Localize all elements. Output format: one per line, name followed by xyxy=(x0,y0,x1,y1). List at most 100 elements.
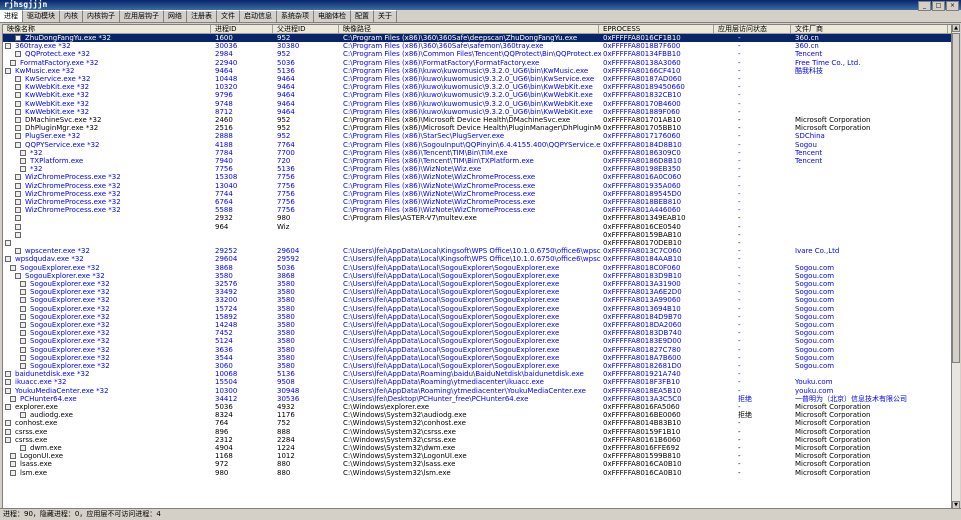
table-row[interactable]: DMachineSvc.exe *32 2460 952 C:\Program Fil… xyxy=(3,116,951,124)
cell-path: C:\Program Files (x86)\Microsoft Device … xyxy=(343,124,601,133)
column-header-5[interactable]: 应用层访问状态 xyxy=(716,25,791,33)
table-row[interactable]: ZhuDongFangYu.exe *32 1600 952 C:\Program F… xyxy=(3,34,951,43)
column-header-3[interactable]: 映像路径 xyxy=(341,25,599,33)
table-row[interactable]: *32 7756 5136 C:\Program Files (x86)\WizNot… xyxy=(3,165,951,173)
table-row[interactable]: 0xFFFFFA80159BAB10 - xyxy=(3,231,951,239)
tab-1[interactable]: 驱动模块 xyxy=(23,10,60,22)
cell-p: 34412 xyxy=(215,394,238,403)
table-row[interactable]: WizChromeProcess.exe *32 5588 7756 C:\Progr… xyxy=(3,206,951,214)
process-list[interactable]: 映像名称 进程ID 父进程ID 映像路径 EPROCESS 应用层访问状态 文件厂商 Zhu… xyxy=(2,24,952,509)
table-row[interactable]: WizChromeProcess.exe *32 7744 7756 C:\Progr… xyxy=(3,190,951,198)
table-row[interactable]: 360tray.exe *32 30036 30380 C:\Program File… xyxy=(3,42,951,50)
table-row[interactable]: 0xFFFFFA80170DEB10 - xyxy=(3,239,951,247)
table-row[interactable]: WizChromeProcess.exe *32 6764 7756 C:\Progr… xyxy=(3,198,951,206)
cell-ep: 0xFFFFFA80184D9B70 xyxy=(603,312,682,321)
table-row[interactable]: TXPlatform.exe 7940 720 C:\Program Files (x… xyxy=(3,157,951,165)
cell-n: SogouExplorer.exe *32 xyxy=(30,321,110,329)
tab-5[interactable]: 网络 xyxy=(164,10,187,22)
table-row[interactable]: 2932 980 C:\Program Files\ASTER-V7\multev.… xyxy=(3,214,951,222)
tab-12[interactable]: 关于 xyxy=(374,10,397,22)
table-row[interactable]: PCHunter64.exe 34412 30536 C:\Users\lfei\De… xyxy=(3,395,951,403)
table-row[interactable]: YoukuMediaCenter.exe *32 10300 30948 C:\Use… xyxy=(3,387,951,395)
table-row[interactable]: SogouExplorer.exe *32 14248 3580 C:\Users\l… xyxy=(3,321,951,329)
table-row[interactable]: LogonUI.exe 1168 1012 C:\Windows\System32\L… xyxy=(3,452,951,460)
table-row[interactable]: SogouExplorer.exe *32 32576 3580 C:\Users\l… xyxy=(3,280,951,288)
table-row[interactable]: SogouExplorer.exe *32 3544 3580 C:\Users\lf… xyxy=(3,354,951,362)
table-row[interactable]: 964 Wiz 0xFFFFFA8016CE0540 - xyxy=(3,223,951,231)
table-row[interactable]: wpsdqudav.exe *32 29604 29592 C:\Users\lfei… xyxy=(3,255,951,263)
tab-2[interactable]: 内核 xyxy=(60,10,83,22)
tab-11[interactable]: 配置 xyxy=(351,10,374,22)
table-row[interactable]: SogouExplorer.exe *32 33200 3580 C:\Users\l… xyxy=(3,296,951,304)
table-row[interactable]: WizChromeProcess.exe *32 15308 7756 C:\Prog… xyxy=(3,173,951,181)
table-row[interactable]: dwm.exe 4904 1224 C:\Windows\System32\dwm.e… xyxy=(3,444,951,452)
table-row[interactable]: SogouExplorer.exe *32 3636 3580 C:\Users\lf… xyxy=(3,346,951,354)
table-row[interactable]: QQPYService.exe *32 4188 7764 C:\Program Fi… xyxy=(3,141,951,149)
cell-n: SogouExplorer.exe *32 xyxy=(30,353,110,362)
column-header-1[interactable]: 进程ID xyxy=(213,25,273,33)
table-row[interactable]: *32 7784 7700 C:\Program Files (x86)\Tencen… xyxy=(3,149,951,157)
table-row[interactable]: baidunetdisk.exe *32 10068 5136 C:\Users\lf… xyxy=(3,370,951,378)
tab-9[interactable]: 系统杂项 xyxy=(277,10,314,22)
tab-7[interactable]: 文件 xyxy=(217,10,240,22)
scroll-up-icon[interactable]: ▲ xyxy=(952,24,960,32)
cell-ep: 0xFFFFFA8018A7B600 xyxy=(603,353,682,362)
cell-pp: 952 xyxy=(277,132,291,141)
table-row[interactable]: SogouExplorer.exe *32 33492 3580 C:\Users\l… xyxy=(3,288,951,296)
table-row[interactable]: explorer.exe 5036 4932 C:\Windows\explorer.… xyxy=(3,403,951,411)
table-row[interactable]: audiodg.exe 8324 1176 C:\Windows\System32\a… xyxy=(3,411,951,419)
table-row[interactable]: FormatFactory.exe *32 22940 5036 C:\Program… xyxy=(3,59,951,67)
cell-ep: 0xFFFFFA8013A31900 xyxy=(603,280,681,288)
table-row[interactable]: wpscenter.exe *32 29252 29604 C:\Users\lfei… xyxy=(3,247,951,255)
tab-8[interactable]: 启动信息 xyxy=(240,10,277,22)
table-row[interactable]: SogouExplorer.exe *32 3580 3868 C:\Users\lf… xyxy=(3,272,951,280)
tab-4[interactable]: 应用层钩子 xyxy=(120,10,164,22)
cell-pp: 980 xyxy=(277,214,291,223)
column-header-4[interactable]: EPROCESS xyxy=(601,25,714,33)
cell-p: 3544 xyxy=(215,353,233,362)
table-row[interactable]: conhost.exe 764 752 C:\Windows\System32\con… xyxy=(3,419,951,427)
table-row[interactable]: SogouExplorer.exe *32 15724 3580 C:\Users\l… xyxy=(3,305,951,313)
table-row[interactable]: KwWebKit.exe *32 10320 9464 C:\Program File… xyxy=(3,83,951,91)
process-icon xyxy=(10,59,16,66)
vertical-scrollbar[interactable]: ▲ ▼ xyxy=(951,24,960,509)
table-row[interactable]: QQProtect.exe *32 2984 952 C:\Program Files… xyxy=(3,50,951,58)
table-row[interactable]: PlugSer.exe *32 2888 952 C:\Program Files (… xyxy=(3,132,951,140)
table-row[interactable]: KwWebKit.exe *32 9748 9464 C:\Program Files… xyxy=(3,100,951,108)
table-row[interactable]: SogouExplorer.exe *32 3060 3580 C:\Users\lf… xyxy=(3,362,951,370)
column-header-6[interactable]: 文件厂商 xyxy=(793,25,948,33)
cell-n: 360tray.exe *32 xyxy=(15,42,71,51)
scroll-thumb[interactable] xyxy=(952,33,960,363)
table-row[interactable]: SogouExplorer.exe *32 7452 3580 C:\Users\lf… xyxy=(3,329,951,337)
cell-p: 7940 xyxy=(215,157,233,165)
column-header-2[interactable]: 父进程ID xyxy=(275,25,339,33)
cell-v: Tencent xyxy=(795,50,823,59)
table-row[interactable]: WizChromeProcess.exe *32 13040 7756 C:\Prog… xyxy=(3,182,951,190)
table-row[interactable]: ikuacc.exe *32 15504 9508 C:\Users\lfei\App… xyxy=(3,378,951,386)
cell-ep: 0xFFFFFA801935A060 xyxy=(603,181,681,190)
table-row[interactable]: csrss.exe 896 888 C:\Windows\System32\csrss… xyxy=(3,428,951,436)
process-icon xyxy=(15,174,21,181)
table-row[interactable]: SogouExplorer.exe *32 3868 5036 C:\Users\lf… xyxy=(3,264,951,272)
cell-ep: 0xFFFFFA8016BE0060 xyxy=(603,411,681,420)
tab-6[interactable]: 注册表 xyxy=(187,10,217,22)
table-row[interactable]: KwMusic.exe *32 9464 5136 C:\Program Files … xyxy=(3,67,951,75)
cell-n: KwWebKit.exe *32 xyxy=(25,107,90,116)
table-row[interactable]: lsm.exe 980 880 C:\Windows\System32\lsm.exe… xyxy=(3,469,951,477)
table-row[interactable]: SogouExplorer.exe *32 15892 3580 C:\Users\l… xyxy=(3,313,951,321)
tab-0[interactable]: 进程 xyxy=(0,10,23,22)
tab-3[interactable]: 内核钩子 xyxy=(83,10,120,22)
tab-10[interactable]: 电脑体检 xyxy=(314,10,351,22)
cell-p: 29252 xyxy=(215,247,238,256)
table-row[interactable]: KwWebKit.exe *32 8712 9464 C:\Program Files… xyxy=(3,108,951,116)
table-row[interactable]: DhPluginMgr.exe *32 2516 952 C:\Program Fil… xyxy=(3,124,951,132)
column-header-0[interactable]: 映像名称 xyxy=(5,25,211,33)
table-row[interactable]: KwService.exe *32 10448 9464 C:\Program Fil… xyxy=(3,75,951,83)
cell-path: C:\Users\lfei\AppData\Local\Kingsoft\WPS… xyxy=(343,247,601,256)
cell-pp: 7756 xyxy=(277,181,295,190)
table-row[interactable]: lsass.exe 972 880 C:\Windows\System32\lsass… xyxy=(3,460,951,468)
table-row[interactable]: SogouExplorer.exe *32 5124 3580 C:\Users\lf… xyxy=(3,337,951,345)
table-row[interactable]: csrss.exe 2312 2284 C:\Windows\System32\csr… xyxy=(3,436,951,444)
table-row[interactable]: KwWebKit.exe *32 9796 9464 C:\Program Files… xyxy=(3,91,951,99)
cell-p: 8712 xyxy=(215,107,233,116)
